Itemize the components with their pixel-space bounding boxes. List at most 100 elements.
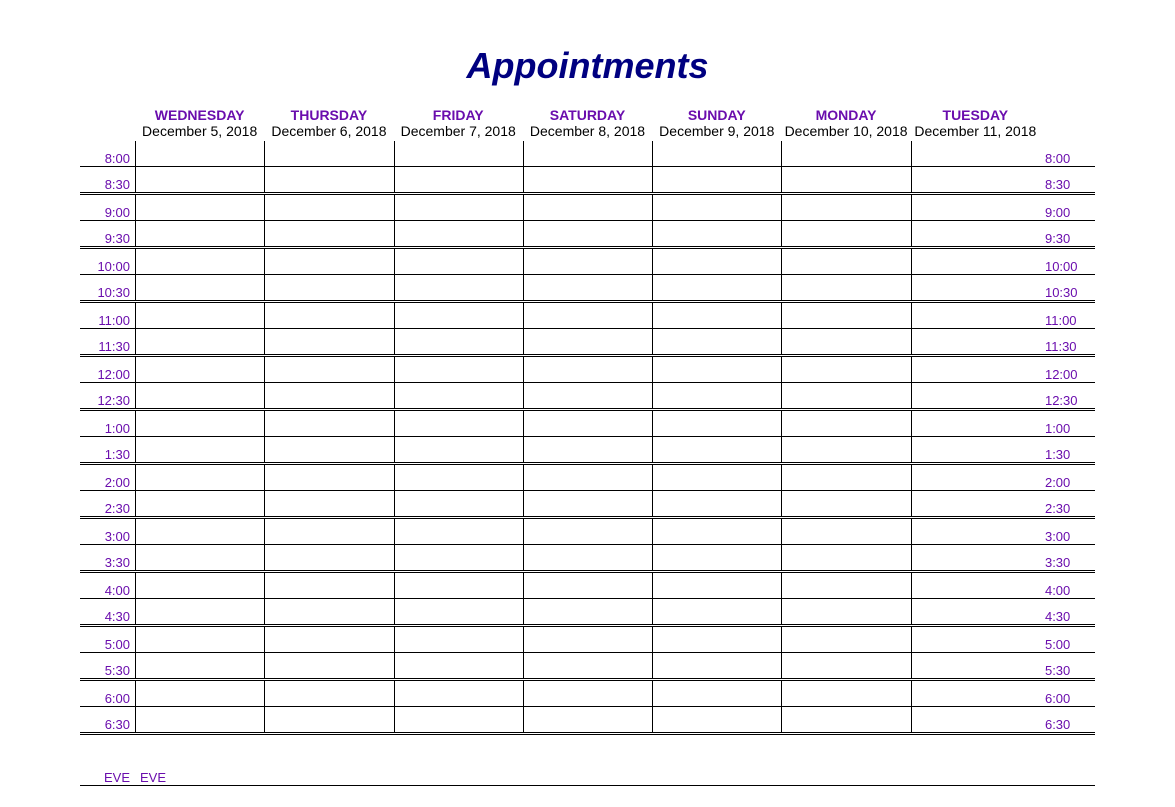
appointment-cell[interactable] <box>652 627 781 652</box>
appointment-cell[interactable] <box>135 491 264 516</box>
appointment-cell[interactable] <box>394 383 523 408</box>
appointment-cell[interactable] <box>264 303 393 328</box>
appointment-cell[interactable] <box>523 545 652 570</box>
appointment-cell[interactable] <box>781 303 910 328</box>
appointment-cell[interactable] <box>523 437 652 462</box>
appointment-cell[interactable] <box>394 465 523 490</box>
appointment-cell[interactable] <box>911 195 1040 220</box>
appointment-cell[interactable] <box>394 357 523 382</box>
appointment-cell[interactable] <box>394 275 523 300</box>
appointment-cell[interactable] <box>394 491 523 516</box>
appointment-cell[interactable] <box>135 545 264 570</box>
appointment-cell[interactable] <box>135 249 264 274</box>
appointment-cell[interactable] <box>781 141 910 166</box>
appointment-cell[interactable] <box>264 411 393 436</box>
appointment-cell[interactable] <box>781 195 910 220</box>
appointment-cell[interactable] <box>911 141 1040 166</box>
appointment-cell[interactable] <box>394 249 523 274</box>
appointment-cell[interactable] <box>652 465 781 490</box>
appointment-cell[interactable] <box>264 491 393 516</box>
appointment-cell[interactable] <box>652 411 781 436</box>
appointment-cell[interactable] <box>135 599 264 624</box>
appointment-cell[interactable] <box>781 275 910 300</box>
appointment-cell[interactable] <box>264 329 393 354</box>
appointment-cell[interactable] <box>781 573 910 598</box>
appointment-cell[interactable] <box>781 491 910 516</box>
appointment-cell[interactable] <box>911 411 1040 436</box>
appointment-cell[interactable] <box>652 249 781 274</box>
appointment-cell[interactable] <box>394 303 523 328</box>
appointment-cell[interactable] <box>523 707 652 732</box>
appointment-cell[interactable] <box>135 303 264 328</box>
appointment-cell[interactable] <box>911 329 1040 354</box>
appointment-cell[interactable] <box>264 681 393 706</box>
appointment-cell[interactable] <box>523 195 652 220</box>
appointment-cell[interactable] <box>911 167 1040 192</box>
appointment-cell[interactable] <box>135 411 264 436</box>
appointment-cell[interactable] <box>135 167 264 192</box>
appointment-cell[interactable] <box>911 437 1040 462</box>
appointment-cell[interactable] <box>264 249 393 274</box>
appointment-cell[interactable] <box>135 653 264 678</box>
appointment-cell[interactable] <box>135 383 264 408</box>
appointment-cell[interactable] <box>911 707 1040 732</box>
appointment-cell[interactable] <box>264 357 393 382</box>
appointment-cell[interactable] <box>911 519 1040 544</box>
appointment-cell[interactable] <box>394 599 523 624</box>
appointment-cell[interactable] <box>652 195 781 220</box>
appointment-cell[interactable] <box>523 681 652 706</box>
appointment-cell[interactable] <box>652 599 781 624</box>
appointment-cell[interactable] <box>394 653 523 678</box>
appointment-cell[interactable] <box>523 141 652 166</box>
appointment-cell[interactable] <box>781 653 910 678</box>
appointment-cell[interactable] <box>264 465 393 490</box>
appointment-cell[interactable] <box>781 437 910 462</box>
appointment-cell[interactable] <box>523 653 652 678</box>
appointment-cell[interactable] <box>781 707 910 732</box>
appointment-cell[interactable] <box>394 545 523 570</box>
appointment-cell[interactable] <box>264 275 393 300</box>
appointment-cell[interactable] <box>523 519 652 544</box>
appointment-cell[interactable] <box>652 653 781 678</box>
appointment-cell[interactable] <box>652 573 781 598</box>
appointment-cell[interactable] <box>652 707 781 732</box>
appointment-cell[interactable] <box>264 519 393 544</box>
appointment-cell[interactable] <box>652 141 781 166</box>
appointment-cell[interactable] <box>523 329 652 354</box>
appointment-cell[interactable] <box>652 383 781 408</box>
appointment-cell[interactable] <box>394 573 523 598</box>
appointment-cell[interactable] <box>652 167 781 192</box>
appointment-cell[interactable] <box>394 411 523 436</box>
appointment-cell[interactable] <box>523 599 652 624</box>
appointment-cell[interactable] <box>523 573 652 598</box>
appointment-cell[interactable] <box>523 249 652 274</box>
appointment-cell[interactable] <box>911 653 1040 678</box>
appointment-cell[interactable] <box>911 681 1040 706</box>
appointment-cell[interactable] <box>394 519 523 544</box>
appointment-cell[interactable] <box>781 681 910 706</box>
appointment-cell[interactable] <box>523 221 652 246</box>
appointment-cell[interactable] <box>911 221 1040 246</box>
appointment-cell[interactable] <box>264 221 393 246</box>
appointment-cell[interactable] <box>523 411 652 436</box>
appointment-cell[interactable] <box>394 167 523 192</box>
appointment-cell[interactable] <box>652 221 781 246</box>
appointment-cell[interactable] <box>135 329 264 354</box>
appointment-cell[interactable] <box>394 329 523 354</box>
appointment-cell[interactable] <box>264 141 393 166</box>
appointment-cell[interactable] <box>652 357 781 382</box>
appointment-cell[interactable] <box>652 275 781 300</box>
appointment-cell[interactable] <box>781 383 910 408</box>
appointment-cell[interactable] <box>523 167 652 192</box>
appointment-cell[interactable] <box>135 221 264 246</box>
appointment-cell[interactable] <box>652 681 781 706</box>
appointment-cell[interactable] <box>135 275 264 300</box>
appointment-cell[interactable] <box>135 519 264 544</box>
appointment-cell[interactable] <box>394 437 523 462</box>
appointment-cell[interactable] <box>135 141 264 166</box>
appointment-cell[interactable] <box>523 275 652 300</box>
appointment-cell[interactable] <box>781 357 910 382</box>
appointment-cell[interactable] <box>911 303 1040 328</box>
appointment-cell[interactable] <box>264 707 393 732</box>
appointment-cell[interactable] <box>781 519 910 544</box>
